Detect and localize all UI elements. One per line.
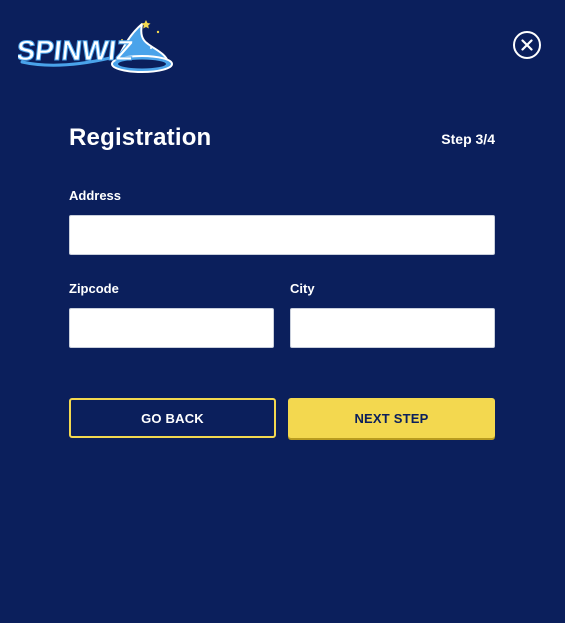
next-step-button[interactable]: NEXT STEP bbox=[288, 398, 495, 438]
logo-text: SPINWIZ bbox=[18, 35, 135, 66]
city-input[interactable] bbox=[290, 308, 495, 348]
zipcode-input[interactable] bbox=[69, 308, 274, 348]
step-indicator: Step 3/4 bbox=[441, 131, 495, 147]
go-back-button[interactable]: GO BACK bbox=[69, 398, 276, 438]
address-label: Address bbox=[69, 188, 122, 203]
close-icon bbox=[521, 39, 533, 51]
address-input[interactable] bbox=[69, 215, 495, 255]
zipcode-label: Zipcode bbox=[69, 281, 119, 296]
spinwiz-logo-icon: SPINWIZ bbox=[18, 20, 173, 73]
city-label: City bbox=[290, 281, 315, 296]
spinwiz-logo[interactable]: SPINWIZ bbox=[18, 18, 178, 74]
page-title: Registration bbox=[69, 124, 212, 151]
close-button[interactable] bbox=[513, 31, 541, 59]
registration-page: SPINWIZ Registration Step 3/4 Address Zi… bbox=[0, 0, 565, 623]
